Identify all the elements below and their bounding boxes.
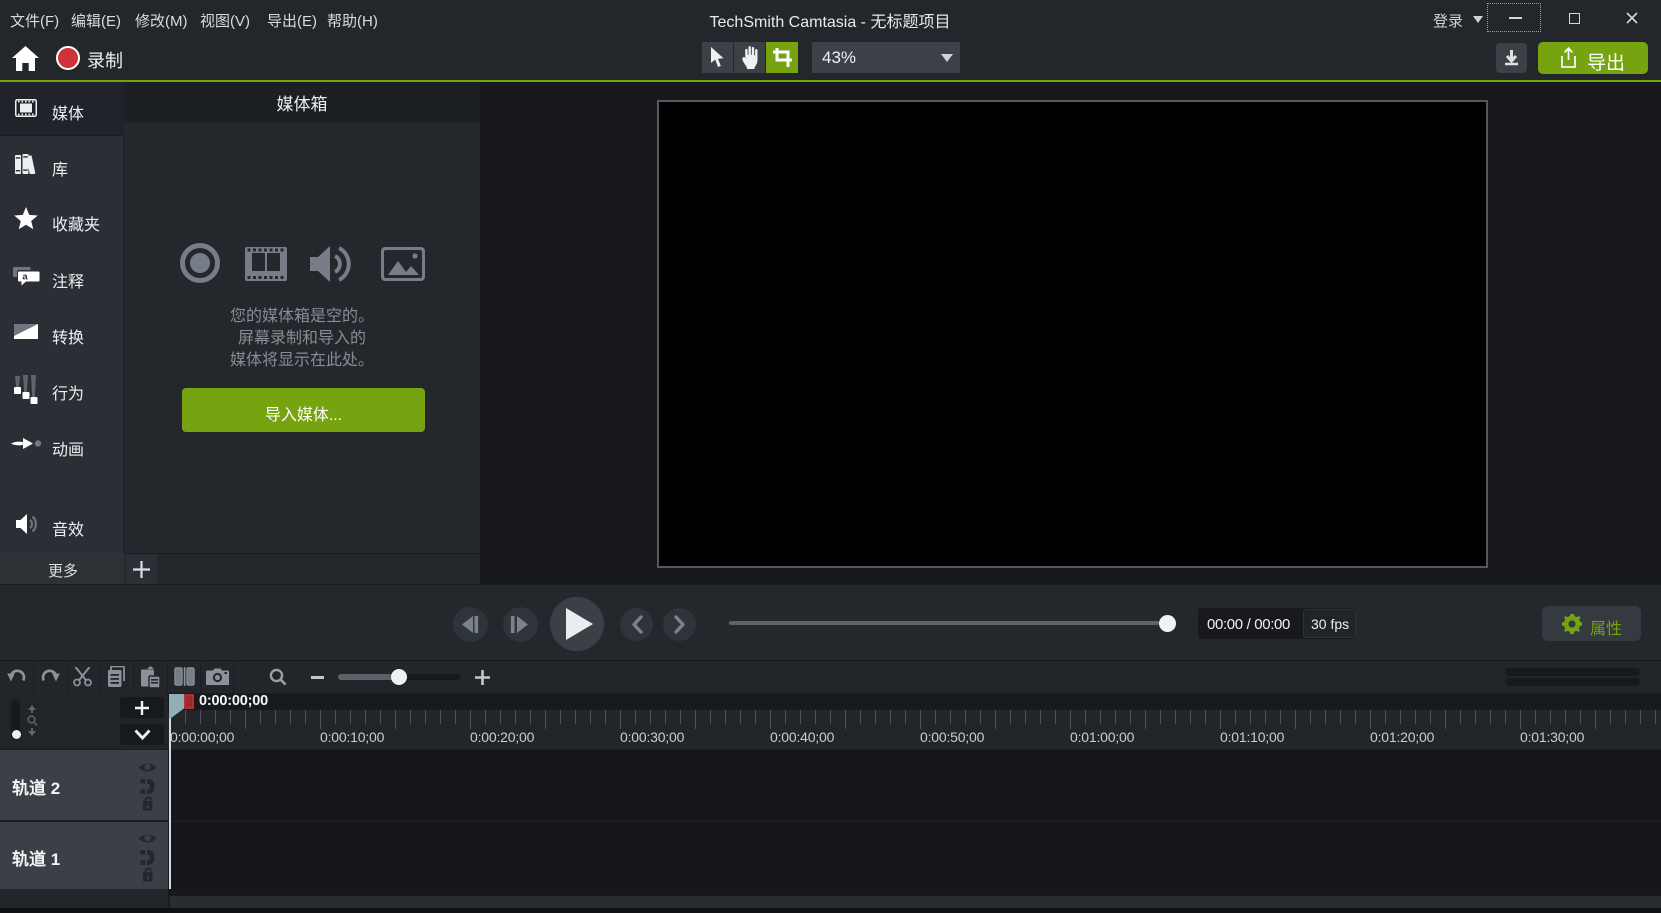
svg-text:a: a [22, 272, 28, 283]
